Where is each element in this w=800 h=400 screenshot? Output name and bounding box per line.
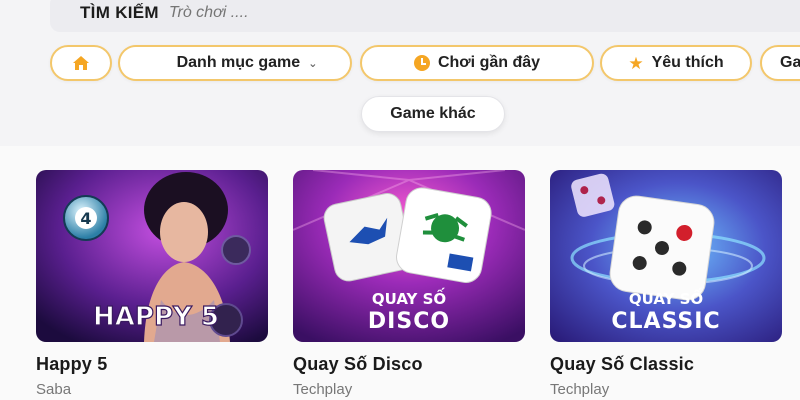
- category-menu-label: Danh mục game: [176, 54, 301, 71]
- game-thumbnail[interactable]: QUAY SỐ DISCO: [293, 170, 525, 342]
- category-pill-partial-label: Ga: [780, 54, 800, 71]
- game-title[interactable]: Quay Số Classic: [550, 354, 782, 375]
- search-bar[interactable]: TÌM KIẾM: [50, 0, 800, 32]
- ball-number: 4: [80, 209, 91, 228]
- game-thumbnail[interactable]: 4 HAPPY 5: [36, 170, 268, 342]
- classic-art-top: QUAY SỐ: [629, 287, 703, 308]
- recent-games-label: Chơi gần đây: [437, 54, 541, 71]
- clock-icon: [413, 55, 430, 71]
- star-icon: ★: [628, 53, 644, 73]
- happy-5-artwork: 4 HAPPY 5: [36, 170, 268, 342]
- search-label: TÌM KIẾM: [80, 3, 159, 22]
- other-games-button[interactable]: Game khác: [361, 96, 505, 132]
- classic-art-bottom: CLASSIC: [611, 309, 720, 334]
- game-card-quay-so-disco[interactable]: QUAY SỐ DISCO Quay Số Disco Techplay: [293, 170, 525, 398]
- home-icon: [73, 56, 89, 70]
- search-input[interactable]: [168, 4, 469, 22]
- category-pill-partial[interactable]: Ga: [760, 45, 800, 81]
- happy-5-art-text: HAPPY 5: [93, 302, 219, 332]
- category-menu-button[interactable]: Danh mục game ⌄: [118, 45, 352, 81]
- disco-art-top: QUAY SỐ: [372, 287, 446, 308]
- home-button[interactable]: [50, 45, 112, 81]
- game-provider: Saba: [36, 381, 72, 398]
- game-provider: Techplay: [293, 381, 353, 398]
- favorites-label: Yêu thích: [651, 54, 724, 71]
- game-card-quay-so-classic[interactable]: QUAY SỐ CLASSIC Quay Số Classic Techplay: [550, 170, 782, 398]
- grid-icon: [153, 55, 169, 71]
- chevron-down-icon: ⌄: [308, 57, 318, 70]
- game-card-happy-5[interactable]: 4 HAPPY 5 Happy 5 Saba: [36, 170, 268, 398]
- recent-games-button[interactable]: Chơi gần đây: [360, 45, 594, 81]
- disco-art-bottom: DISCO: [368, 309, 450, 334]
- game-thumbnail[interactable]: QUAY SỐ CLASSIC: [550, 170, 782, 342]
- game-provider: Techplay: [550, 381, 610, 398]
- game-title[interactable]: Quay Số Disco: [293, 354, 525, 375]
- game-title[interactable]: Happy 5: [36, 354, 268, 375]
- quay-so-disco-artwork: QUAY SỐ DISCO: [293, 170, 525, 342]
- quay-so-classic-artwork: QUAY SỐ CLASSIC: [550, 170, 782, 342]
- other-games-label: Game khác: [390, 105, 476, 122]
- favorites-button[interactable]: ★ Yêu thích: [600, 45, 752, 81]
- game-lobby: TÌM KIẾM Danh mục game ⌄ Chơi gần đây ★ …: [0, 0, 800, 400]
